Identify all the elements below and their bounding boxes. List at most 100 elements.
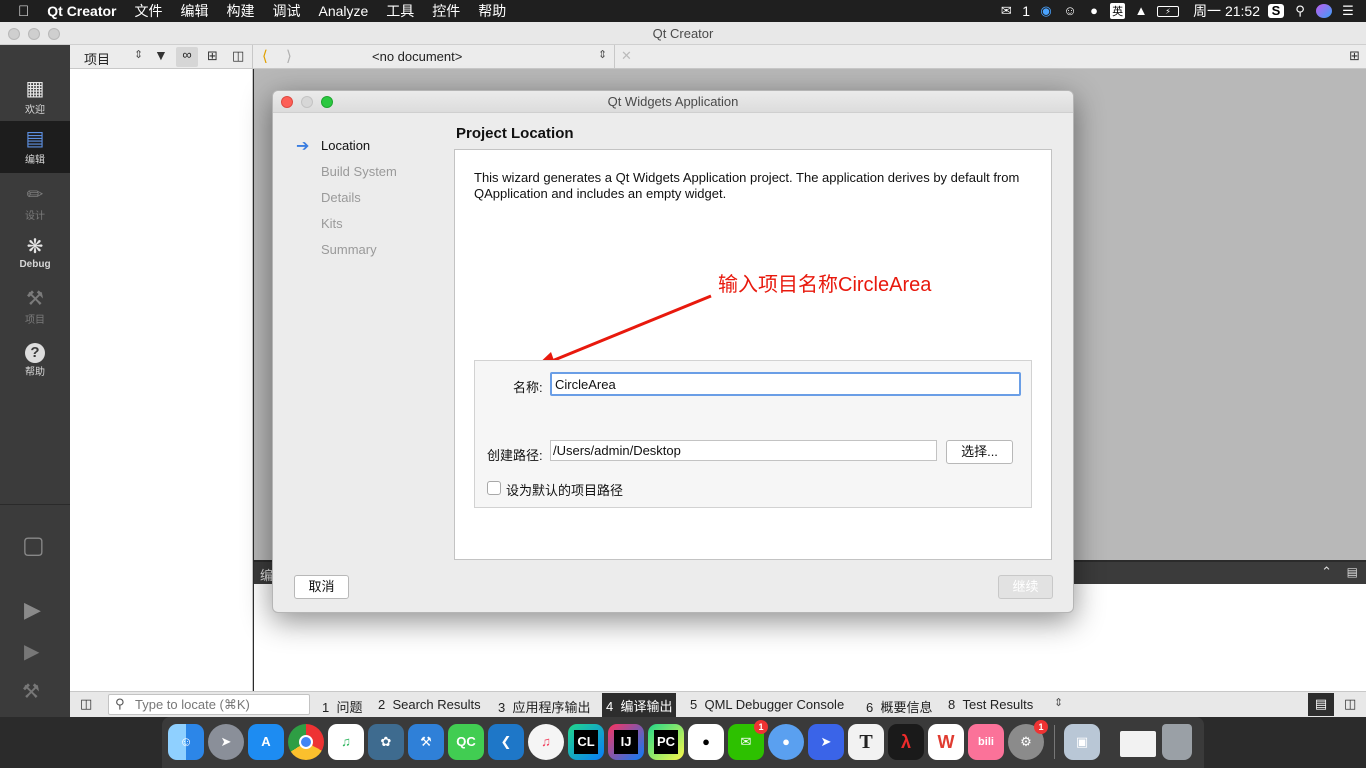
output-tab-test-results[interactable]: 8 Test Results	[948, 697, 1033, 712]
output-tab-application-output[interactable]: 3 应用程序输出	[498, 697, 590, 716]
dock-intellij-icon[interactable]: IJ	[608, 724, 644, 760]
dock-preview-icon[interactable]: ▣	[1064, 724, 1100, 760]
dialog-zoom-button[interactable]	[321, 96, 333, 108]
next-button[interactable]: 继续	[998, 575, 1053, 599]
dock-mail-icon[interactable]: ➤	[808, 724, 844, 760]
progress-details-icon[interactable]: ▤	[1308, 693, 1334, 716]
scrobble-icon[interactable]: S	[1268, 4, 1284, 18]
dock-chrome-window-icon[interactable]	[1120, 731, 1156, 757]
menu-edit[interactable]: 编辑	[171, 1, 217, 21]
menu-tools[interactable]: 工具	[377, 1, 423, 21]
target-selector-icon[interactable]: ▢	[22, 531, 45, 560]
default-path-checkbox[interactable]	[487, 481, 501, 495]
mode-edit[interactable]: ▤ 编辑	[0, 121, 70, 173]
menu-build[interactable]: 构建	[217, 1, 263, 21]
projects-view-selector[interactable]: 项目	[84, 49, 110, 68]
menu-app-qt-creator[interactable]: Qt Creator	[38, 3, 125, 19]
mode-help[interactable]: ? 帮助	[0, 337, 70, 387]
filter-icon[interactable]: ▼	[154, 47, 168, 63]
debug-run-icon[interactable]: ▶	[24, 639, 39, 664]
window-close-button[interactable]	[8, 28, 20, 40]
menu-file[interactable]: 文件	[125, 1, 171, 21]
dock-app-store-icon[interactable]: A	[248, 724, 284, 760]
battery-icon[interactable]: ⚡	[1157, 5, 1180, 17]
dock-music-player-icon[interactable]: ♫	[328, 724, 364, 760]
dock-qq-icon[interactable]: ●	[688, 724, 724, 760]
split-editor-icon[interactable]: ⊞	[1349, 48, 1360, 64]
window-zoom-button[interactable]	[48, 28, 60, 40]
face-icon[interactable]: ☺	[1062, 4, 1078, 18]
close-panel-icon[interactable]: ▤	[1347, 565, 1358, 579]
menu-analyze[interactable]: Analyze	[309, 3, 377, 19]
wifi-icon[interactable]: ◉	[1038, 4, 1054, 18]
build-hammer-icon[interactable]: ⚒	[22, 679, 40, 704]
spotlight-search-icon[interactable]: ⚲	[1292, 4, 1308, 18]
volume-icon[interactable]: ▲	[1133, 4, 1149, 18]
dock-finder-icon[interactable]: ☺	[168, 724, 204, 760]
mode-design[interactable]: ✏ 设计	[0, 181, 70, 231]
menubar-clock[interactable]: 周一 21:52	[1193, 1, 1260, 21]
dock-vscode-icon[interactable]: ❮	[488, 724, 524, 760]
cancel-button[interactable]: 取消	[294, 575, 349, 599]
output-tab-search-results[interactable]: 2 Search Results	[378, 697, 481, 712]
wrench-icon: ⚒	[26, 288, 44, 310]
mode-debug[interactable]: ❋ Debug	[0, 233, 70, 283]
link-icon[interactable]: ∞	[176, 47, 198, 67]
wechat-badge: 1	[754, 720, 768, 734]
dock-xcode-icon[interactable]: ⚒	[408, 724, 444, 760]
dock-mysql-workbench-icon[interactable]: ✿	[368, 724, 404, 760]
edit-icon: ▤	[25, 128, 45, 150]
dock-wechat-icon[interactable]: ✉ 1	[728, 720, 768, 760]
dock-chrome-icon[interactable]	[288, 724, 324, 760]
toggle-right-sidebar-icon[interactable]: ◫	[1344, 696, 1356, 712]
window-minimize-button[interactable]	[28, 28, 40, 40]
microphone-icon[interactable]: ●	[1086, 4, 1102, 18]
dock-typora-icon[interactable]: T	[848, 724, 884, 760]
maximize-panel-icon[interactable]: ⌃	[1321, 564, 1332, 580]
mode-projects[interactable]: ⚒ 项目	[0, 285, 70, 335]
wechat-status-icon[interactable]: ✉	[998, 4, 1014, 18]
document-selector[interactable]: <no document>	[372, 49, 462, 64]
siri-icon[interactable]	[1316, 4, 1332, 18]
toggle-sidebar-icon[interactable]: ◫	[80, 696, 92, 712]
projects-pane[interactable]	[70, 69, 253, 691]
run-icon[interactable]: ▶	[24, 597, 41, 623]
menu-widgets[interactable]: 控件	[423, 1, 469, 21]
locator-input[interactable]: ⚲ Type to locate (⌘K)	[108, 694, 310, 715]
menu-help[interactable]: 帮助	[469, 1, 515, 21]
dock-qt-creator-icon[interactable]: QC	[448, 724, 484, 760]
menu-debug[interactable]: 调试	[263, 1, 309, 21]
dock-launchpad-icon[interactable]: ➤	[208, 724, 244, 760]
notification-center-icon[interactable]: ☰	[1340, 4, 1356, 18]
split-add-icon[interactable]: ⊞	[207, 48, 218, 64]
output-tab-qml-debugger-console[interactable]: 5 QML Debugger Console	[690, 697, 844, 712]
dock-bilibili-icon[interactable]: bili	[968, 724, 1004, 760]
more-tabs-updown-icon[interactable]: ⇕	[1054, 696, 1063, 709]
back-arrow-icon[interactable]: ⟨	[262, 47, 268, 65]
output-tab-general-messages[interactable]: 6 概要信息	[866, 697, 932, 716]
dock-pycharm-icon[interactable]: PC	[648, 724, 684, 760]
close-document-icon[interactable]: ✕	[621, 48, 632, 64]
dock-system-preferences-icon[interactable]: ⚙ 1	[1008, 720, 1048, 760]
output-tab-issues[interactable]: 1 问题	[322, 697, 362, 716]
dock-wps-icon[interactable]: W	[928, 724, 964, 760]
system-preferences-badge: 1	[1034, 720, 1048, 734]
close-pane-icon[interactable]: ◫	[232, 48, 244, 64]
browse-button[interactable]: 选择...	[946, 440, 1013, 464]
output-tab-compile-output[interactable]: 4 编译输出	[602, 693, 677, 718]
mode-welcome[interactable]: ▦ 欢迎	[0, 75, 70, 125]
create-path-input[interactable]: /Users/admin/Desktop	[550, 440, 937, 461]
dock-acrobat-icon[interactable]: λ	[888, 724, 924, 760]
input-method-indicator[interactable]: 英	[1110, 3, 1126, 19]
forward-arrow-icon[interactable]: ⟩	[286, 47, 292, 65]
dock-trash-icon[interactable]	[1162, 724, 1192, 760]
dialog-minimize-button[interactable]	[301, 96, 313, 108]
dialog-close-button[interactable]	[281, 96, 293, 108]
dock-clion-icon[interactable]: CL	[568, 724, 604, 760]
default-path-label: 设为默认的项目路径	[506, 483, 624, 498]
project-name-input[interactable]: CircleArea	[550, 372, 1021, 396]
dock-maps-icon[interactable]: ●	[768, 724, 804, 760]
apple-menu-icon[interactable]: 	[0, 3, 38, 20]
dock-itunes-icon[interactable]: ♫	[528, 724, 564, 760]
bug-icon: ❋	[26, 236, 44, 258]
